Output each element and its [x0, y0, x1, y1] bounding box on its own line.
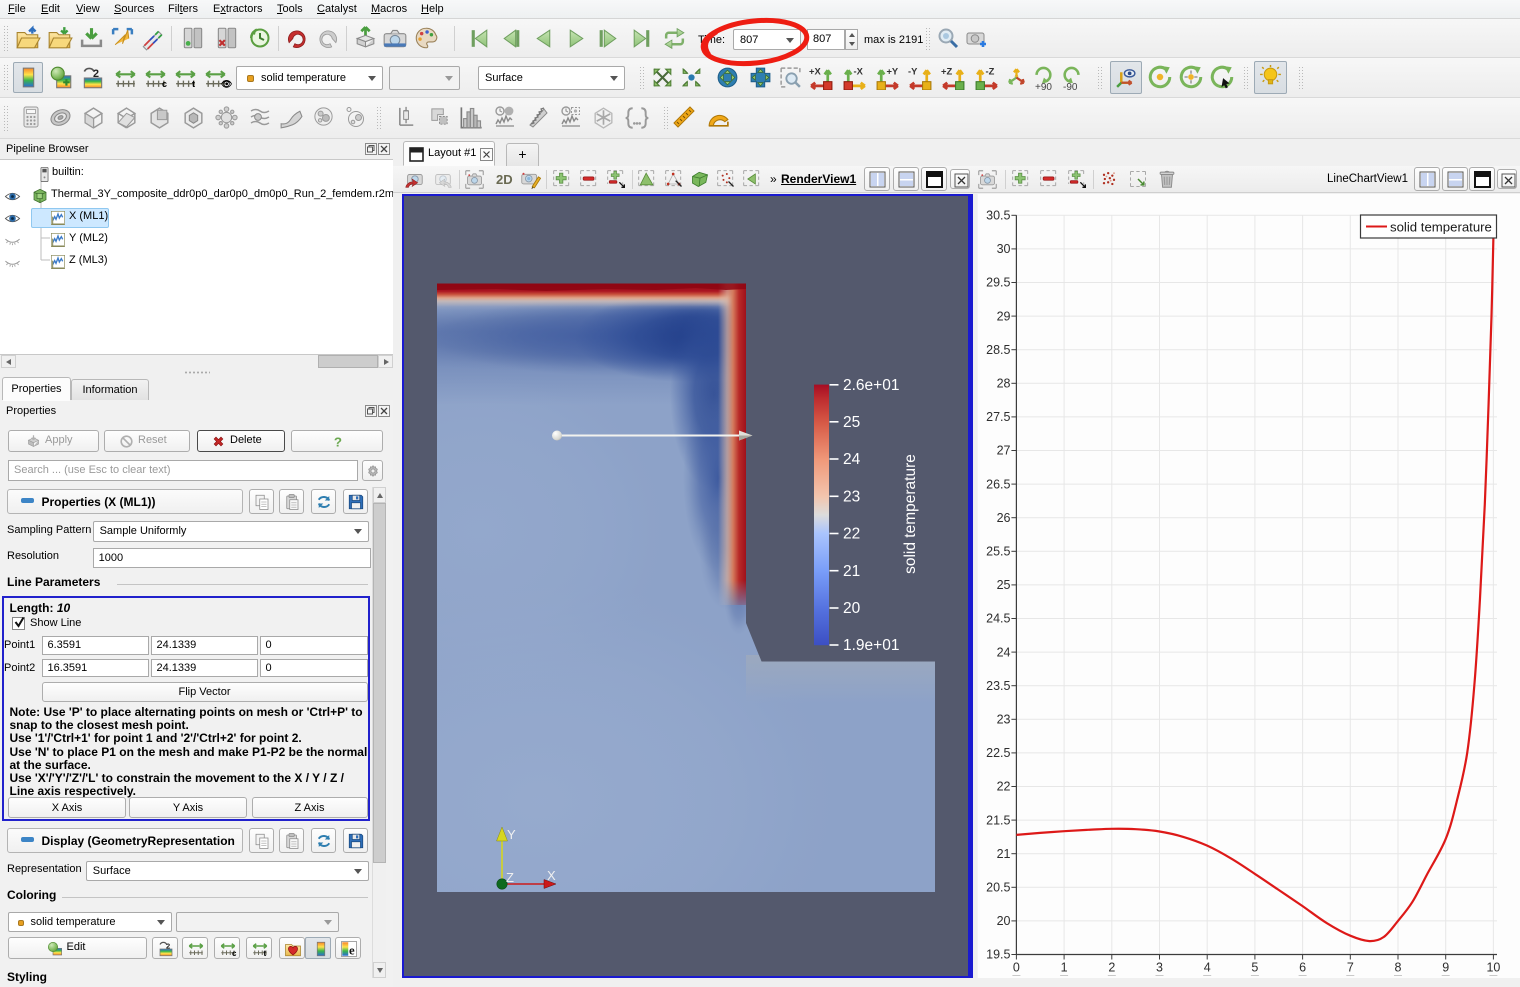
svg-text:Z: Z: [506, 870, 514, 885]
svg-text:29: 29: [997, 309, 1011, 323]
svg-text:23: 23: [997, 713, 1011, 727]
svg-text:26.5: 26.5: [986, 477, 1010, 491]
svg-text:7: 7: [1347, 961, 1354, 975]
svg-text:24: 24: [843, 451, 861, 468]
svg-text:21.5: 21.5: [986, 813, 1010, 827]
svg-text:23.5: 23.5: [986, 679, 1010, 693]
svg-text:1: 1: [1061, 961, 1068, 975]
svg-text:21: 21: [997, 847, 1011, 861]
svg-text:20: 20: [843, 600, 861, 617]
svg-text:1.9e+01: 1.9e+01: [843, 637, 899, 654]
svg-text:28: 28: [997, 377, 1011, 391]
svg-text:23: 23: [843, 489, 860, 506]
svg-text:X: X: [547, 868, 556, 883]
svg-text:24: 24: [997, 645, 1011, 659]
svg-text:0: 0: [1013, 961, 1020, 975]
svg-text:28.5: 28.5: [986, 343, 1010, 357]
svg-text:9: 9: [1442, 961, 1449, 975]
svg-text:22: 22: [997, 780, 1011, 794]
svg-text:21: 21: [843, 563, 860, 580]
svg-text:Y: Y: [507, 827, 516, 842]
svg-text:25: 25: [843, 414, 860, 431]
svg-text:20: 20: [997, 914, 1011, 928]
svg-text:27: 27: [997, 444, 1011, 458]
svg-text:10: 10: [1486, 961, 1500, 975]
svg-text:29.5: 29.5: [986, 276, 1010, 290]
svg-text:solid temperature: solid temperature: [1390, 220, 1492, 235]
svg-text:3: 3: [1156, 961, 1163, 975]
svg-text:8: 8: [1395, 961, 1402, 975]
svg-text:6: 6: [1299, 961, 1306, 975]
svg-text:26: 26: [997, 511, 1011, 525]
svg-text:30.5: 30.5: [986, 209, 1010, 223]
svg-text:27.5: 27.5: [986, 410, 1010, 424]
svg-text:solid temperature: solid temperature: [902, 454, 919, 574]
svg-text:24.5: 24.5: [986, 612, 1010, 626]
svg-text:20.5: 20.5: [986, 881, 1010, 895]
svg-text:22.5: 22.5: [986, 746, 1010, 760]
svg-text:2.6e+01: 2.6e+01: [843, 377, 899, 394]
svg-text:30: 30: [997, 242, 1011, 256]
svg-text:19.5: 19.5: [986, 948, 1010, 962]
svg-text:4: 4: [1204, 961, 1211, 975]
svg-text:25: 25: [997, 578, 1011, 592]
svg-text:2: 2: [1108, 961, 1115, 975]
svg-text:5: 5: [1251, 961, 1258, 975]
svg-text:22: 22: [843, 526, 860, 543]
svg-text:25.5: 25.5: [986, 545, 1010, 559]
